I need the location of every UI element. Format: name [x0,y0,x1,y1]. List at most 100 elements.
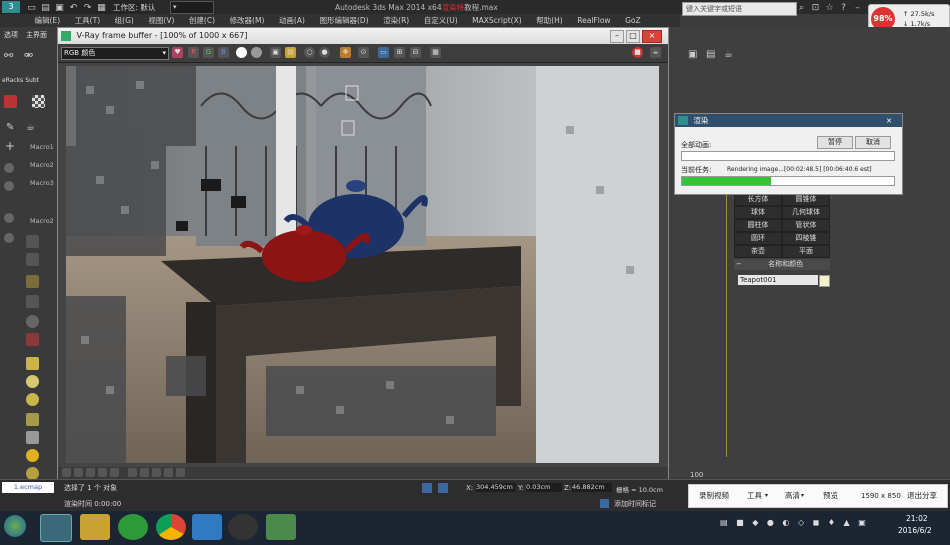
z-coordinate-field[interactable]: 46.882cm [572,483,612,492]
taskbar-360-icon[interactable] [118,514,148,540]
taskbar-chrome-icon[interactable] [156,514,186,540]
sphere-tool-icon[interactable] [26,375,39,388]
brush-icon[interactable]: ✎ [6,122,14,133]
sun-tool-icon[interactable] [26,449,39,462]
menu-group[interactable]: 组(G) [109,14,140,27]
tray-icons[interactable]: ▤ ■ ◆ ● ◐ ◇ ◼ ♦ ▲ ▣ [720,518,870,530]
teapot-render-icon[interactable] [4,95,17,108]
undo-icon[interactable]: ↶ [68,3,79,14]
layer-tool-icon[interactable] [26,253,39,266]
tool-icon-3[interactable] [4,213,14,223]
lens-effects-icon[interactable]: ⊞ [394,47,405,58]
vfb-close-button[interactable]: × [642,30,662,43]
render-last-icon[interactable]: ▦ [430,47,441,58]
preview-button[interactable]: 预览 [823,485,838,507]
menu-modifiers[interactable]: 修改器(M) [224,14,271,27]
macro-4[interactable]: Macro2 [30,217,54,225]
prim-pyramid[interactable]: 四棱锥 [782,232,830,245]
add-time-tag[interactable]: 添加时间标记 [614,499,656,509]
render-teapot-icon[interactable]: ☕ [650,47,661,58]
exit-share-button[interactable]: 退出分享 [907,485,937,507]
record-video-button[interactable]: 录制视频 [699,485,729,507]
taskbar-app-icon[interactable] [192,514,222,540]
tab-options[interactable]: 选项 [4,30,18,40]
exposure-icon[interactable] [98,468,107,477]
tab-main-ui[interactable]: 主界面 [26,30,47,40]
search-input[interactable]: 键入关键字或短语 [682,2,797,16]
channel-select[interactable]: RGB 颜色 ▾ [61,47,169,60]
show-corrections-icon[interactable]: ⊟ [410,47,421,58]
macro-2[interactable]: Macro2 [30,161,54,169]
red-channel-button[interactable]: R [188,47,199,58]
render-icon[interactable]: ☕ [724,49,733,60]
menu-customize[interactable]: 自定义(U) [418,14,464,27]
open-file-icon[interactable]: ▤ [40,3,51,14]
macro-3[interactable]: Macro3 [30,179,54,187]
save-icon[interactable]: ▣ [54,3,65,14]
srgb-icon[interactable] [152,468,161,477]
new-file-icon[interactable]: ▭ [26,3,37,14]
render-dialog-close-button[interactable]: × [881,114,897,127]
camera-tool-icon[interactable] [26,295,39,308]
render-setup-icon[interactable]: ▣ [688,49,697,60]
object-name-field[interactable]: Teapot001 [738,275,818,285]
menu-maxscript[interactable]: MAXScript(X) [466,14,527,27]
ring-tool-icon[interactable] [26,393,39,406]
menu-graph-editors[interactable]: 图形编辑器(D) [313,14,374,27]
project-icon[interactable]: ▦ [96,3,107,14]
blue-channel-button[interactable]: B [218,47,229,58]
absolute-mode-icon[interactable] [438,483,448,493]
name-color-rollout[interactable]: − 名称和颜色 [734,259,830,270]
duplicate-icon[interactable]: ● [319,47,330,58]
vfb-maximize-button[interactable]: □ [626,30,640,43]
tools-dropdown[interactable]: 工具 [747,485,762,507]
favorites-icon[interactable]: ☆ [824,3,835,14]
link-vfb-icon[interactable]: ▭ [378,47,389,58]
unlink-icon[interactable]: ⚮ [24,49,33,62]
pause-button[interactable]: 暂停 [817,136,853,149]
histogram-icon[interactable] [110,468,119,477]
ocio-icon[interactable] [164,468,173,477]
cancel-button[interactable]: 取消 [855,136,891,149]
cone-tool-icon[interactable] [26,431,39,444]
minimize-icon[interactable]: – [852,3,863,14]
cylinder-tool-icon[interactable] [26,413,39,426]
time-tag-icon[interactable] [600,499,609,508]
load-image-icon[interactable]: ▤ [285,47,296,58]
taskbar-3dsmax-icon[interactable] [40,514,72,542]
stop-render-icon[interactable]: ■ [632,47,643,58]
lock-selection-icon[interactable] [422,483,432,493]
checker-map-icon[interactable] [32,95,45,108]
help-icon[interactable]: ? [838,3,849,14]
tool-icon-4[interactable] [4,233,14,243]
taskbar-obs-icon[interactable] [228,514,258,540]
light-tool-icon[interactable] [26,275,39,288]
track-mouse-icon[interactable]: ✥ [340,47,351,58]
render-frame-icon[interactable]: ▤ [706,49,715,60]
taskbar-monitor-icon[interactable] [266,514,296,540]
menu-goz[interactable]: GoZ [619,14,647,27]
mono-channel-icon[interactable] [251,47,262,58]
object-color-swatch[interactable] [819,275,830,287]
menu-create[interactable]: 创建(C) [183,14,221,27]
search-icon[interactable]: ⌕ [796,3,807,14]
moon-tool-icon[interactable] [26,315,39,328]
menu-realflow[interactable]: RealFlow [571,14,616,27]
tool-icon-1[interactable] [4,163,14,173]
y-coordinate-field[interactable]: 0.03cm [526,483,562,492]
vfb-minimize-button[interactable]: – [610,30,624,43]
icc-icon[interactable] [140,468,149,477]
color-correction-icon[interactable] [62,468,71,477]
alpha-channel-icon[interactable] [236,47,247,58]
tool-icon-2[interactable] [4,181,14,191]
prim-geosphere[interactable]: 几何球体 [782,206,830,219]
prim-sphere[interactable]: 球体 [734,206,782,219]
green-channel-button[interactable]: G [203,47,214,58]
quality-dropdown[interactable]: 高清 [785,485,800,507]
grid-tool-icon[interactable] [26,235,39,248]
prim-cylinder[interactable]: 圆柱体 [734,219,782,232]
taskbar-explorer-icon[interactable] [80,514,110,540]
teapot-icon[interactable]: ☕ [26,122,35,133]
menu-help[interactable]: 帮助(H) [530,14,569,27]
menu-animation[interactable]: 动画(A) [273,14,311,27]
